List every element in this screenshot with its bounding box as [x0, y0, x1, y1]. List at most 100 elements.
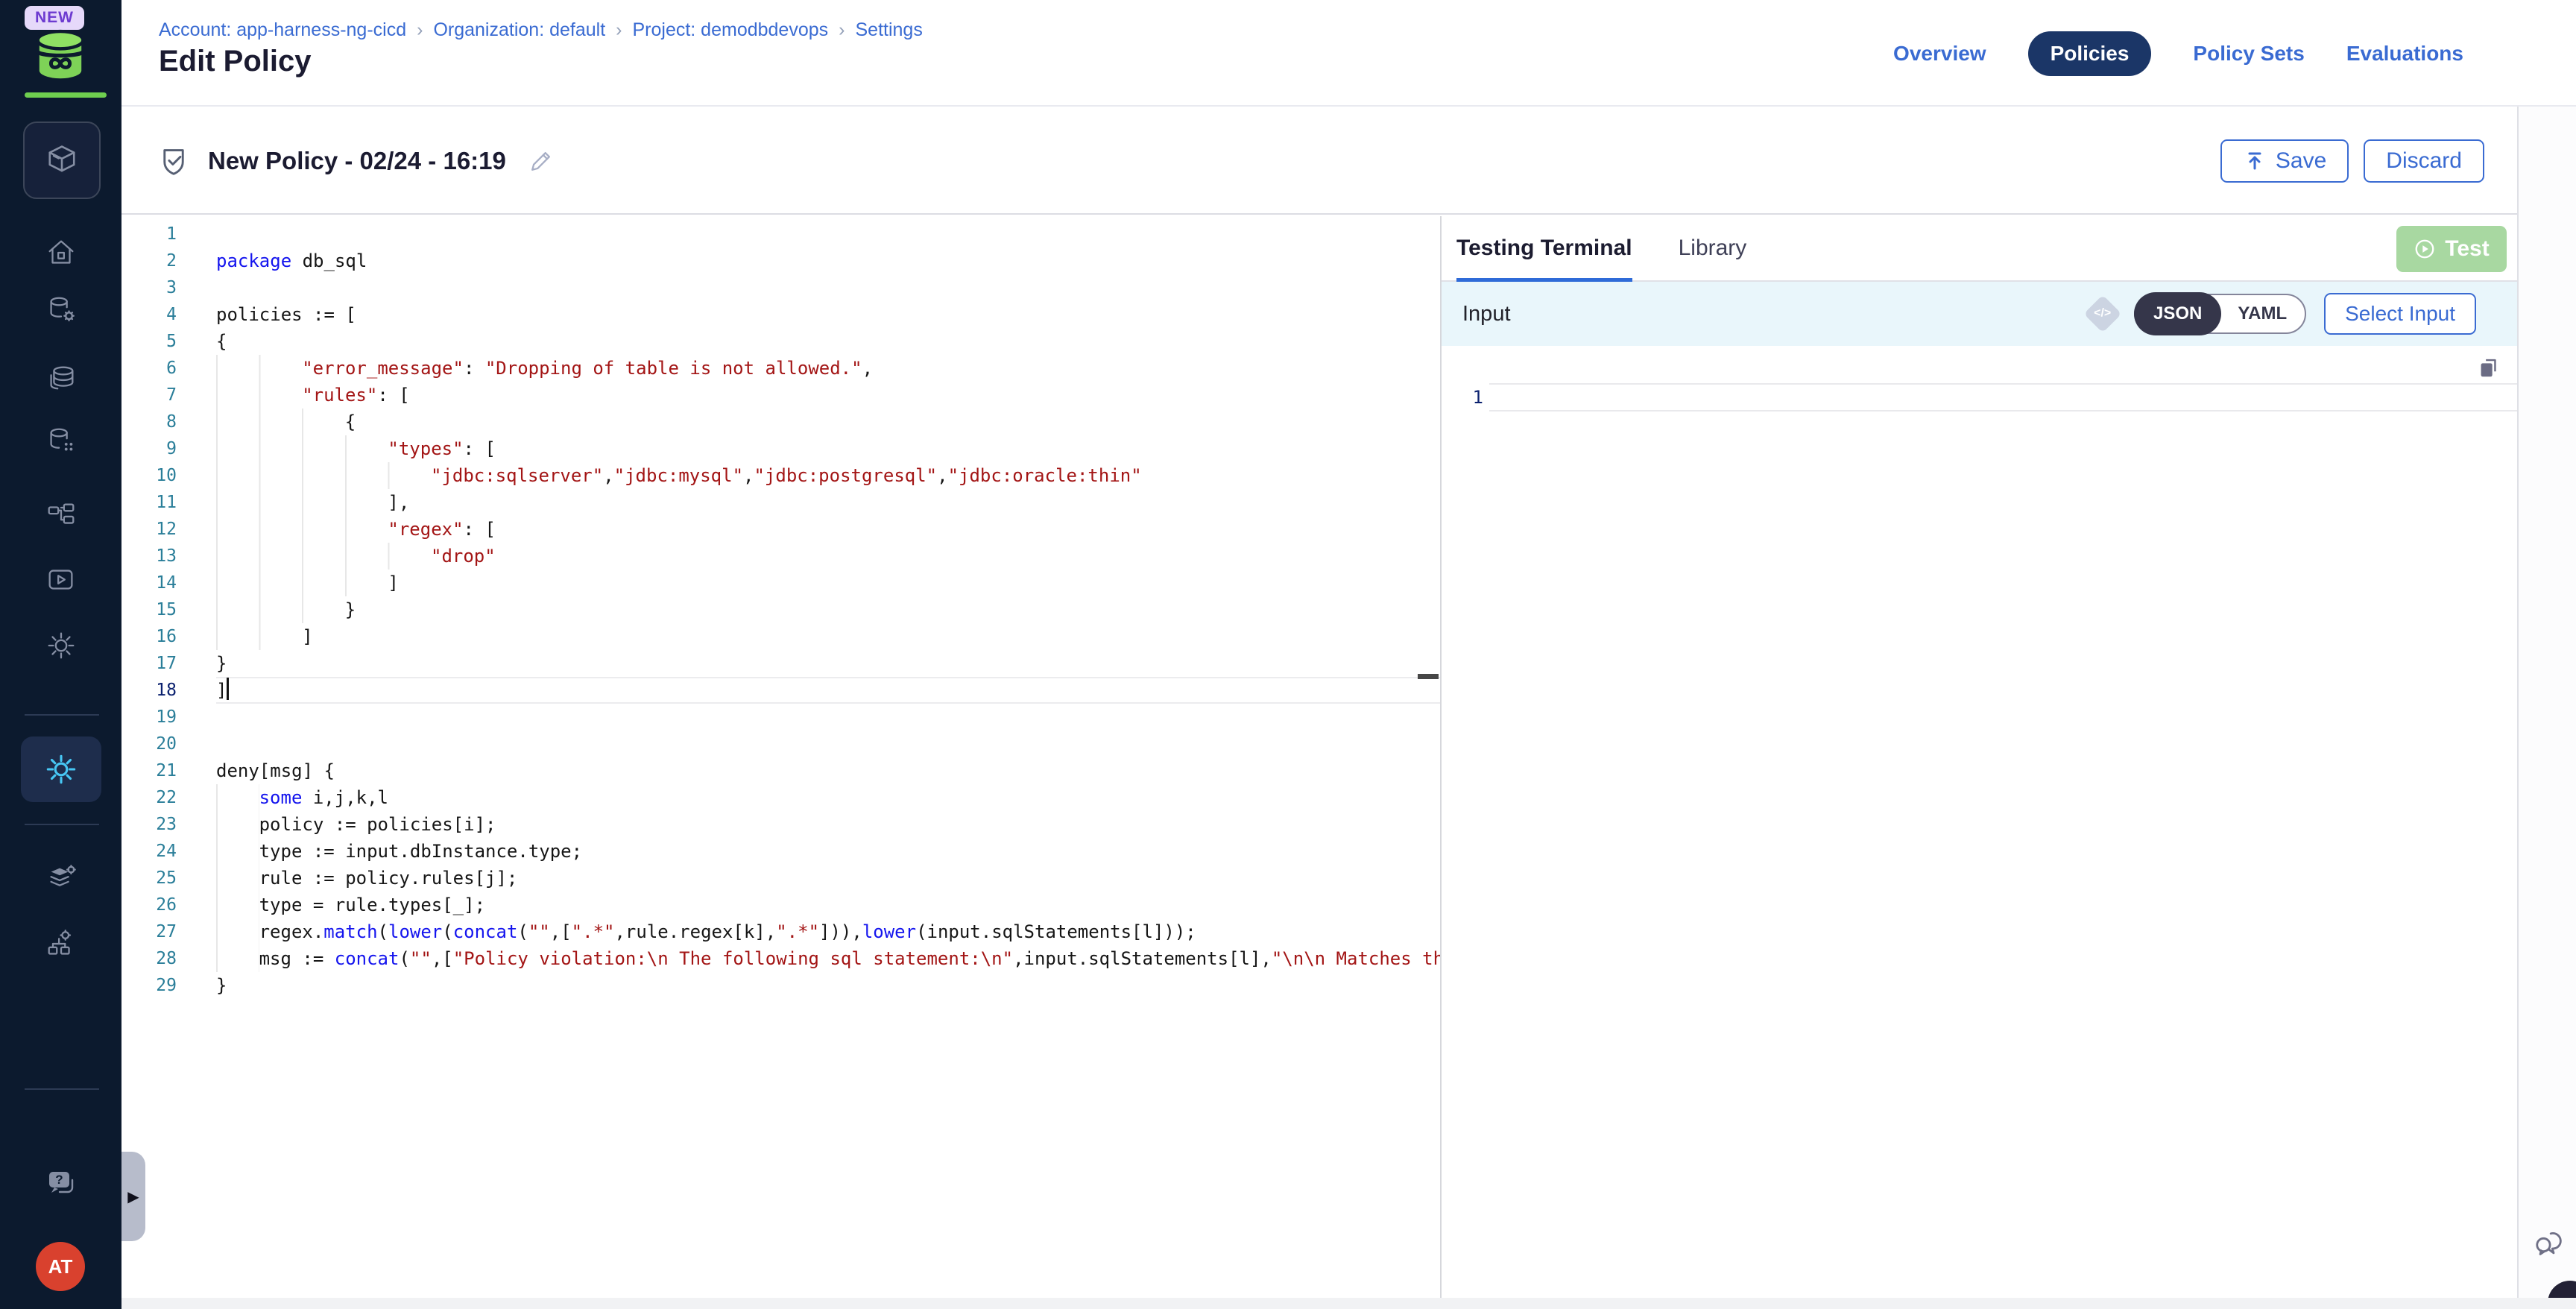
policy-code-editor[interactable]: 12package db_sql34policies := [5{6"error…: [121, 216, 1440, 1298]
line-number: 25: [121, 865, 177, 892]
code-line[interactable]: 18]: [121, 677, 1440, 704]
discard-button[interactable]: Discard: [2364, 139, 2484, 183]
sidebar-divider: [25, 824, 99, 825]
breadcrumb-item[interactable]: Project: demodbdevops: [632, 19, 828, 40]
database-grid-icon: [44, 425, 78, 459]
code-line[interactable]: 10"jdbc:sqlserver","jdbc:mysql","jdbc:po…: [121, 462, 1440, 489]
code-line[interactable]: 19: [121, 704, 1440, 731]
code-line[interactable]: 17}: [121, 650, 1440, 677]
code-line[interactable]: 16]: [121, 623, 1440, 650]
sidebar-item-pipelines[interactable]: [0, 499, 121, 533]
breadcrumb-item[interactable]: Organization: default: [433, 19, 605, 40]
sidebar-item-database-settings[interactable]: [0, 294, 121, 328]
play-circle-icon: [2414, 238, 2436, 260]
breadcrumb-separator: ›: [616, 19, 622, 40]
nav-tab-overview[interactable]: Overview: [1893, 42, 1986, 66]
sidebar-divider: [25, 1088, 99, 1090]
code-lines: 12package db_sql34policies := [5{6"error…: [121, 221, 1440, 999]
code-line[interactable]: 7"rules": [: [121, 382, 1440, 409]
code-line[interactable]: 24type := input.dbInstance.type;: [121, 838, 1440, 865]
sidebar-expand-handle[interactable]: ▶: [121, 1152, 145, 1241]
breadcrumb-item[interactable]: Account: app-harness-ng-cicd: [159, 19, 406, 40]
code-line[interactable]: 27regex.match(lower(concat("",[".*",rule…: [121, 918, 1440, 945]
code-line[interactable]: 23policy := policies[i];: [121, 811, 1440, 838]
help-chat-icon: ?: [43, 1167, 79, 1202]
code-line[interactable]: 20: [121, 731, 1440, 757]
sidebar-item-account-settings[interactable]: [0, 927, 121, 962]
sidebar-item-configuration[interactable]: [0, 628, 121, 663]
support-chat-icon[interactable]: [2530, 1226, 2569, 1264]
panel-tab-library[interactable]: Library: [1679, 215, 1747, 281]
database-gear-icon: [44, 294, 78, 328]
line-number: 9: [121, 435, 177, 462]
line-number: 24: [121, 838, 177, 865]
breadcrumb: Account: app-harness-ng-cicd › Organizatio…: [159, 19, 923, 41]
format-option-json[interactable]: JSON: [2134, 292, 2221, 335]
code-line[interactable]: 29}: [121, 972, 1440, 999]
copy-icon[interactable]: [2475, 355, 2501, 380]
code-line[interactable]: 28msg := concat("",["Policy violation:\n…: [121, 945, 1440, 972]
line-number: 28: [121, 945, 177, 972]
format-option-yaml[interactable]: YAML: [2220, 303, 2305, 324]
sidebar-item-layers-settings[interactable]: [0, 862, 121, 897]
breadcrumb-item[interactable]: Settings: [855, 19, 922, 40]
code-line[interactable]: 22some i,j,k,l: [121, 784, 1440, 811]
code-line[interactable]: 26type = rule.types[_];: [121, 892, 1440, 918]
select-input-button[interactable]: Select Input: [2324, 293, 2476, 335]
input-editor-line[interactable]: 1: [1442, 383, 2517, 411]
test-button[interactable]: Test: [2396, 226, 2507, 272]
edit-name-icon[interactable]: [528, 148, 554, 174]
module-selector[interactable]: [23, 122, 101, 199]
line-number: 27: [121, 918, 177, 945]
line-number: 3: [121, 274, 177, 301]
code-line[interactable]: 3: [121, 274, 1440, 301]
code-line[interactable]: 15}: [121, 596, 1440, 623]
breadcrumb-separator: ›: [417, 19, 423, 40]
format-toggle[interactable]: JSON YAML: [2134, 294, 2306, 334]
line-number: 23: [121, 811, 177, 838]
code-line[interactable]: 4policies := [: [121, 301, 1440, 328]
sidebar-item-settings-active[interactable]: [21, 736, 101, 802]
sidebar-item-home[interactable]: [0, 236, 121, 270]
harness-dbdevops-logo-icon[interactable]: [28, 25, 92, 89]
code-line[interactable]: 2package db_sql: [121, 247, 1440, 274]
input-current-line[interactable]: [1489, 383, 2517, 411]
code-line[interactable]: 5{: [121, 328, 1440, 355]
nav-tab-policy-sets[interactable]: Policy Sets: [2193, 42, 2304, 66]
sidebar: NEW: [0, 0, 121, 1309]
nav-tabs: Overview Policies Policy Sets Evaluations: [1893, 31, 2463, 76]
code-line[interactable]: 6"error_message": "Dropping of table is …: [121, 355, 1440, 382]
line-number: 22: [121, 784, 177, 811]
panel-tabs: Testing Terminal Library Test: [1442, 216, 2517, 282]
avatar[interactable]: AT: [36, 1242, 85, 1291]
code-line[interactable]: 12"regex": [: [121, 516, 1440, 543]
settings-gear-active-icon: [42, 751, 80, 788]
sidebar-item-databases[interactable]: [0, 362, 121, 397]
code-line[interactable]: 9"types": [: [121, 435, 1440, 462]
svg-text:?: ?: [55, 1173, 63, 1187]
nav-tab-evaluations[interactable]: Evaluations: [2346, 42, 2463, 66]
sidebar-item-database-instances[interactable]: [0, 425, 121, 459]
code-line[interactable]: 8{: [121, 409, 1440, 435]
home-icon: [44, 236, 78, 270]
text-cursor: [227, 678, 229, 700]
panel-tab-testing-terminal[interactable]: Testing Terminal: [1456, 215, 1632, 281]
overview-ruler-cursor: [1418, 674, 1439, 679]
code-line[interactable]: 14]: [121, 570, 1440, 596]
code-line[interactable]: 13"drop": [121, 543, 1440, 570]
cube-icon: [42, 141, 81, 180]
nav-tab-policies[interactable]: Policies: [2028, 31, 2152, 76]
code-line[interactable]: 11],: [121, 489, 1440, 516]
page-header: Account: app-harness-ng-cicd › Organizatio…: [121, 0, 2576, 107]
code-line[interactable]: 25rule := policy.rules[j];: [121, 865, 1440, 892]
save-button[interactable]: Save: [2220, 139, 2349, 183]
sidebar-item-help[interactable]: ?: [0, 1167, 121, 1202]
input-editor[interactable]: 1: [1442, 346, 2517, 411]
code-line[interactable]: 21deny[msg] {: [121, 757, 1440, 784]
input-line-number: 1: [1442, 383, 1483, 411]
line-number: 13: [121, 543, 177, 570]
line-number: 1: [121, 221, 177, 247]
sidebar-item-executions[interactable]: [0, 563, 121, 597]
line-number: 6: [121, 355, 177, 382]
code-line[interactable]: 1: [121, 221, 1440, 247]
